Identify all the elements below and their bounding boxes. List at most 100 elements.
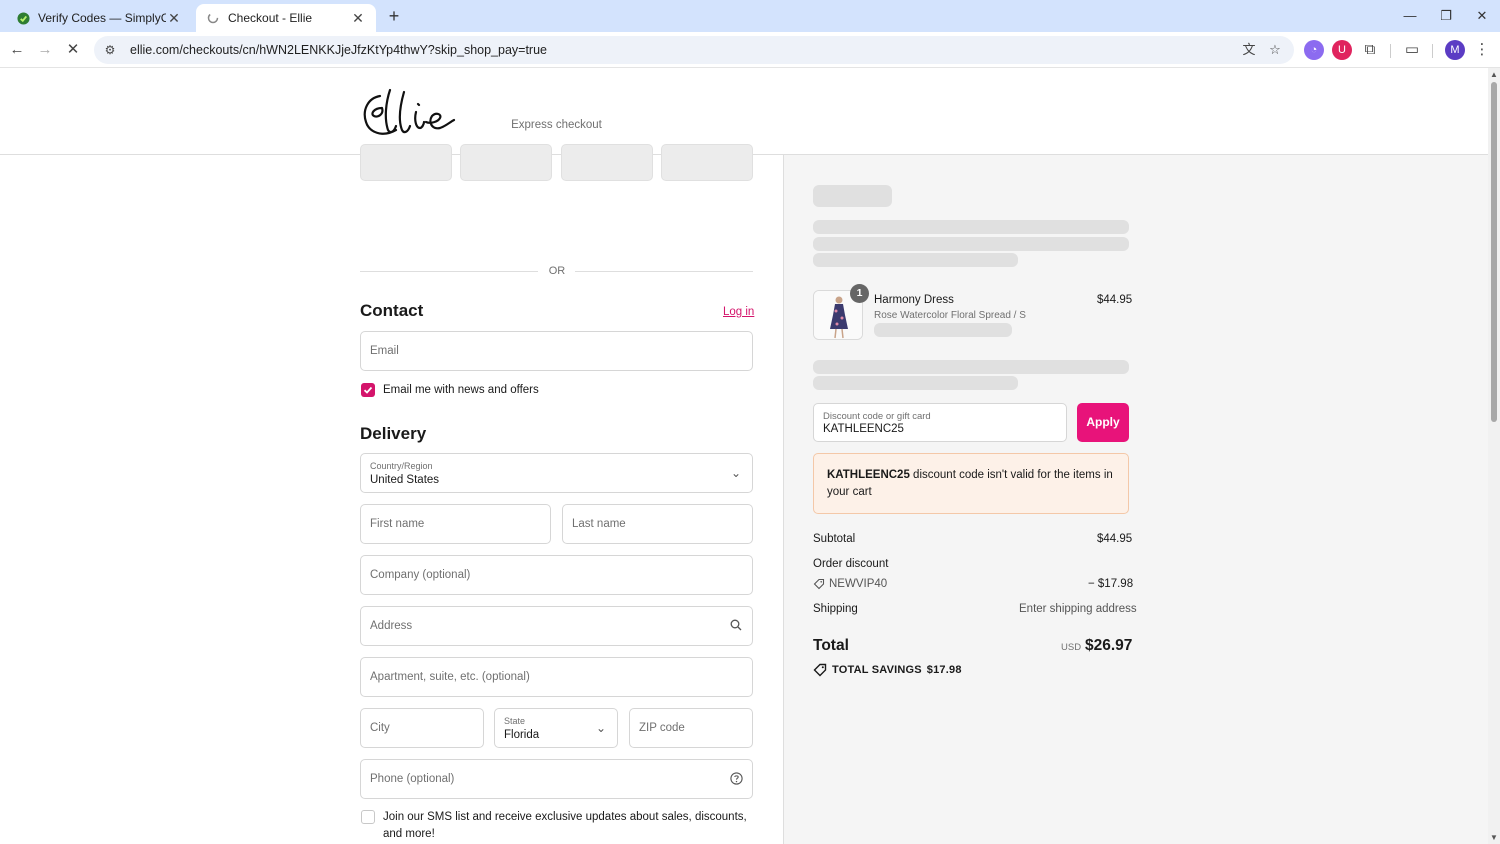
discount-amount: − $17.98 <box>1088 578 1134 590</box>
savings-value: $17.98 <box>926 664 962 676</box>
site-info-icon[interactable]: ⚙ <box>102 43 118 57</box>
discount-value: KATHLEENC25 <box>823 423 904 435</box>
newsletter-label: Email me with news and offers <box>383 384 539 396</box>
order-discount-label: Order discount <box>813 558 889 570</box>
quantity-badge: 1 <box>850 284 869 303</box>
translate-icon[interactable]: 文 <box>1240 41 1258 59</box>
discount-code-applied: NEWVIP40 <box>829 578 888 590</box>
phone-placeholder: Phone (optional) <box>370 773 455 785</box>
simplycodes-favicon-icon <box>16 11 30 25</box>
tag-icon <box>813 578 825 590</box>
restore-icon[interactable]: ❐ <box>1436 6 1456 26</box>
loading-skeleton <box>813 253 1018 267</box>
tab-simplycodes[interactable]: Verify Codes — SimplyCodes ✕ <box>6 4 192 32</box>
product-name: Harmony Dress <box>874 294 954 306</box>
discount-error-message: KATHLEENC25 discount code isn't valid fo… <box>813 453 1129 514</box>
extension-icon[interactable]: ◔ <box>1304 40 1324 60</box>
express-checkout-label: Express checkout <box>511 119 602 131</box>
tab-checkout-ellie[interactable]: Checkout - Ellie ✕ <box>196 4 376 32</box>
express-pay-button-2[interactable] <box>460 144 552 181</box>
toolbar-divider <box>1390 44 1391 58</box>
extensions-puzzle-icon[interactable]: ⧉ <box>1360 40 1380 60</box>
state-label: State <box>504 716 526 726</box>
chevron-down-icon: ⌄ <box>730 466 742 480</box>
zip-field[interactable]: ZIP code <box>629 708 753 748</box>
bookmark-star-icon[interactable]: ☆ <box>1266 41 1284 59</box>
delivery-heading: Delivery <box>360 424 427 443</box>
browser-tab-strip: Verify Codes — SimplyCodes ✕ Checkout - … <box>0 0 1500 32</box>
last-name-field[interactable]: Last name <box>562 504 753 544</box>
help-circle-icon[interactable] <box>729 772 743 786</box>
loading-skeleton <box>813 185 892 207</box>
ellie-logo[interactable] <box>360 82 460 142</box>
tab-close-icon[interactable]: ✕ <box>166 10 182 26</box>
email-field[interactable]: Email <box>360 331 753 371</box>
last-name-placeholder: Last name <box>572 518 626 530</box>
address-placeholder: Address <box>370 620 413 632</box>
total-value: $26.97 <box>1085 637 1133 654</box>
page-scrollbar[interactable]: ▲ ▼ <box>1488 68 1500 844</box>
product-price: $44.95 <box>1097 294 1133 306</box>
checkmark-icon <box>363 386 373 394</box>
first-name-field[interactable]: First name <box>360 504 551 544</box>
tag-icon <box>813 663 827 677</box>
stop-loading-icon[interactable]: ✕ <box>63 40 83 60</box>
phone-field[interactable]: Phone (optional) <box>360 759 753 799</box>
chevron-down-icon: ⌄ <box>595 721 607 735</box>
subtotal-label: Subtotal <box>813 533 856 545</box>
forward-icon[interactable]: → <box>35 40 55 60</box>
express-pay-button-3[interactable] <box>561 144 653 181</box>
sms-label: Join our SMS list and receive exclusive … <box>383 811 747 840</box>
country-value: United States <box>370 474 440 486</box>
scroll-down-arrow-icon[interactable]: ▼ <box>1488 833 1500 842</box>
shipping-label: Shipping <box>813 603 858 615</box>
new-tab-icon[interactable]: + <box>384 6 404 26</box>
loading-skeleton <box>874 323 1012 337</box>
product-variant: Rose Watercolor Floral Spread / S <box>874 310 1026 321</box>
country-select[interactable]: Country/Region United States ⌄ <box>360 453 753 493</box>
tab-close-icon[interactable]: ✕ <box>350 10 366 26</box>
or-divider: OR <box>360 265 753 277</box>
discount-code-input[interactable]: Discount code or gift card KATHLEENC25 <box>813 403 1067 442</box>
company-field[interactable]: Company (optional) <box>360 555 753 595</box>
address-field[interactable]: Address <box>360 606 753 646</box>
sms-checkbox[interactable] <box>361 810 375 824</box>
state-value: Florida <box>504 729 540 741</box>
back-icon[interactable]: ← <box>7 40 27 60</box>
express-pay-button-1[interactable] <box>360 144 452 181</box>
savings-label: TOTAL SAVINGS <box>832 664 922 676</box>
company-placeholder: Company (optional) <box>370 569 471 581</box>
browser-toolbar: ← → ✕ ⚙ ellie.com/checkouts/cn/hWN2LENKK… <box>0 32 1500 68</box>
loading-skeleton <box>813 376 1018 390</box>
profile-avatar[interactable]: M <box>1445 40 1465 60</box>
shield-extension-icon[interactable]: U <box>1332 40 1352 60</box>
email-placeholder: Email <box>370 345 399 357</box>
apply-button[interactable]: Apply <box>1077 403 1129 442</box>
contact-heading: Contact <box>360 301 424 320</box>
tab-search-icon[interactable]: ▭ <box>1402 40 1422 60</box>
url-text: ellie.com/checkouts/cn/hWN2LENKKJjeJfzKt… <box>130 43 547 57</box>
close-window-icon[interactable]: ✕ <box>1472 6 1492 26</box>
apartment-placeholder: Apartment, suite, etc. (optional) <box>370 671 530 683</box>
scroll-up-arrow-icon[interactable]: ▲ <box>1488 70 1500 79</box>
minimize-icon[interactable]: — <box>1400 6 1420 26</box>
loading-skeleton <box>813 237 1129 251</box>
error-code: KATHLEENC25 <box>827 469 910 481</box>
apartment-field[interactable]: Apartment, suite, etc. (optional) <box>360 657 753 697</box>
total-label: Total <box>813 637 849 654</box>
tab-title: Verify Codes — SimplyCodes <box>38 11 166 25</box>
search-icon <box>729 619 743 633</box>
loading-skeleton <box>813 220 1129 234</box>
currency-code: USD <box>1061 642 1082 653</box>
state-select[interactable]: State Florida ⌄ <box>494 708 618 748</box>
scrollbar-thumb[interactable] <box>1491 82 1497 422</box>
login-link[interactable]: Log in <box>723 306 754 318</box>
address-bar[interactable]: ⚙ ellie.com/checkouts/cn/hWN2LENKKJjeJfz… <box>94 36 1294 64</box>
loading-favicon-icon <box>206 11 220 25</box>
menu-kebab-icon[interactable]: ⋮ <box>1472 40 1492 60</box>
discount-label: Discount code or gift card <box>823 411 931 422</box>
applied-discount: NEWVIP40 <box>813 578 887 590</box>
newsletter-checkbox[interactable] <box>361 383 375 397</box>
express-pay-button-4[interactable] <box>661 144 753 181</box>
city-field[interactable]: City <box>360 708 484 748</box>
